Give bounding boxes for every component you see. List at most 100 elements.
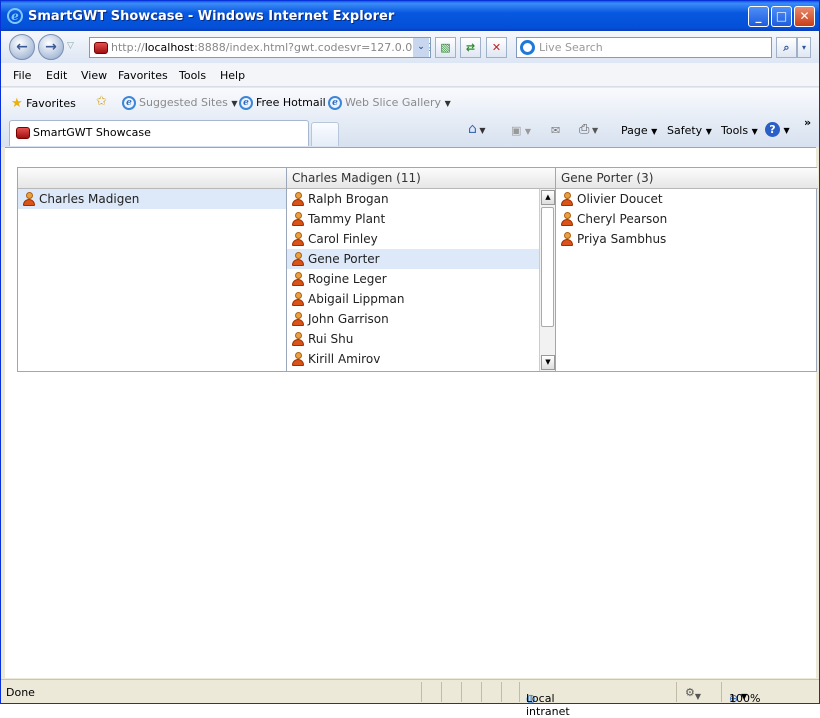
list-item-label: John Garrison: [308, 312, 389, 326]
vertical-scrollbar[interactable]: ▲ ▼: [539, 189, 555, 371]
list-item[interactable]: Rogine Leger: [287, 269, 539, 289]
menu-favorites[interactable]: Favorites: [118, 69, 168, 82]
list-item[interactable]: Priya Sambhus: [556, 229, 818, 249]
search-placeholder: Live Search: [539, 41, 603, 54]
list-item[interactable]: Charles Madigen: [18, 189, 286, 209]
list-item[interactable]: Abigail Lippman: [287, 289, 539, 309]
address-dropdown-icon[interactable]: ⌄: [413, 38, 429, 57]
search-options-icon[interactable]: ▾: [797, 37, 811, 58]
address-prefix: http://: [111, 41, 145, 54]
new-tab-button[interactable]: [311, 122, 339, 146]
scroll-down-icon[interactable]: ▼: [541, 355, 555, 370]
tab-title: SmartGWT Showcase: [33, 126, 151, 139]
ie-logo-icon: e: [7, 8, 23, 24]
list-item[interactable]: Kirill Amirov: [287, 349, 539, 369]
person-icon: [561, 192, 573, 206]
column-tree: Charles Madigen Charles Madigen (11) Ral…: [17, 167, 818, 372]
refresh-icon[interactable]: ⇄: [460, 37, 481, 58]
protected-mode-icon[interactable]: ⚙ ▼: [685, 686, 701, 701]
person-icon: [561, 232, 573, 246]
zone-label: Local intranet: [526, 692, 570, 718]
scroll-thumb[interactable]: [541, 207, 554, 327]
menu-tools[interactable]: Tools: [179, 69, 206, 82]
address-bar[interactable]: http://localhost:8888/index.html?gwt.cod…: [89, 37, 431, 58]
ie-page-icon: e: [328, 96, 342, 110]
column-header: Charles Madigen (11): [287, 168, 555, 189]
column-rows: Ralph Brogan Tammy Plant Carol Finley Gene …: [287, 189, 539, 369]
page-menu[interactable]: Page ▼: [621, 124, 657, 137]
person-icon: [292, 292, 304, 306]
free-hotmail-label: Free Hotmail: [256, 96, 326, 109]
list-item[interactable]: Carol Finley: [287, 229, 539, 249]
read-mail-icon[interactable]: ✉: [551, 124, 560, 137]
column-header: [18, 168, 286, 189]
list-item[interactable]: John Garrison: [287, 309, 539, 329]
menu-edit[interactable]: Edit: [46, 69, 67, 82]
list-item[interactable]: Tammy Plant: [287, 209, 539, 229]
back-button[interactable]: ←: [9, 34, 35, 60]
free-hotmail-link[interactable]: e Free Hotmail: [239, 96, 326, 110]
list-item-label: Cheryl Pearson: [577, 212, 668, 226]
suggested-sites-label: Suggested Sites: [139, 96, 228, 109]
browser-window: e SmartGWT Showcase - Windows Internet E…: [0, 0, 820, 718]
tools-menu[interactable]: Tools ▼: [721, 124, 758, 137]
minimize-button[interactable]: _: [748, 6, 769, 27]
list-item-label: Priya Sambhus: [577, 232, 667, 246]
address-path: :8888/index.html?gwt.codesvr=127.0.0.1:9…: [194, 41, 431, 54]
web-slice-gallery-label: Web Slice Gallery: [345, 96, 442, 109]
status-text: Done: [6, 686, 35, 699]
navigation-bar: ← → ▽ http://localhost:8888/index.html?g…: [1, 31, 819, 63]
list-item-label: Rui Shu: [308, 332, 354, 346]
list-item-label: Olivier Doucet: [577, 192, 663, 206]
suggested-sites-link[interactable]: e Suggested Sites ▼: [122, 96, 237, 110]
list-item[interactable]: Ralph Brogan: [287, 189, 539, 209]
search-icon[interactable]: ⌕: [776, 37, 797, 58]
safety-menu-label: Safety: [667, 124, 703, 137]
help-icon[interactable]: ? ▼: [765, 122, 790, 137]
ie-page-icon: e: [122, 96, 136, 110]
status-bar: Done ◍ Local intranet ⚙ ▼ ⊕ 100% ▼: [1, 679, 819, 718]
list-item-label: Carol Finley: [308, 232, 378, 246]
add-favorite-icon[interactable]: ✩: [96, 94, 107, 109]
favorites-label: Favorites: [26, 97, 76, 110]
favorites-button[interactable]: ★ Favorites: [11, 96, 76, 111]
history-dropdown-icon[interactable]: ▽: [67, 41, 74, 51]
menu-view[interactable]: View: [81, 69, 107, 82]
person-icon: [292, 272, 304, 286]
dropdown-arrow-icon: ▼: [444, 99, 451, 108]
list-item[interactable]: Cheryl Pearson: [556, 209, 818, 229]
person-icon: [292, 252, 304, 266]
column-root: Charles Madigen: [18, 168, 287, 371]
person-icon: [23, 192, 35, 206]
list-item[interactable]: Gene Porter: [287, 249, 539, 269]
safety-menu[interactable]: Safety ▼: [667, 124, 712, 137]
feeds-icon[interactable]: ▣ ▼: [511, 124, 531, 137]
compatibility-view-icon[interactable]: ▧: [435, 37, 456, 58]
person-icon: [292, 352, 304, 366]
forward-button[interactable]: →: [38, 34, 64, 60]
maximize-button[interactable]: □: [771, 6, 792, 27]
home-icon[interactable]: ⌂ ▼: [468, 121, 486, 137]
list-item[interactable]: Rui Shu: [287, 329, 539, 349]
person-icon: [292, 232, 304, 246]
web-slice-gallery-link[interactable]: e Web Slice Gallery ▼: [328, 96, 451, 110]
column-header: Gene Porter (3): [556, 168, 818, 189]
list-item[interactable]: Olivier Doucet: [556, 189, 818, 209]
menu-file[interactable]: File: [13, 69, 31, 82]
search-input[interactable]: Live Search: [516, 37, 772, 58]
menu-help[interactable]: Help: [220, 69, 245, 82]
chevron-more-icon[interactable]: »: [804, 116, 811, 129]
person-icon: [561, 212, 573, 226]
scroll-up-icon[interactable]: ▲: [541, 190, 555, 205]
tab-smartgwt-showcase[interactable]: SmartGWT Showcase: [9, 120, 309, 146]
page-favicon-icon: [16, 127, 30, 139]
list-item-label: Rogine Leger: [308, 272, 387, 286]
person-icon: [292, 312, 304, 326]
list-item-label: Charles Madigen: [39, 192, 140, 206]
stop-icon[interactable]: ✕: [486, 37, 507, 58]
window-title: SmartGWT Showcase - Windows Internet Exp…: [28, 9, 395, 24]
column-rows: Charles Madigen: [18, 189, 286, 209]
close-button[interactable]: ✕: [794, 6, 815, 27]
dropdown-arrow-icon: ▼: [231, 99, 238, 108]
print-icon[interactable]: ⎙ ▼: [579, 122, 598, 137]
